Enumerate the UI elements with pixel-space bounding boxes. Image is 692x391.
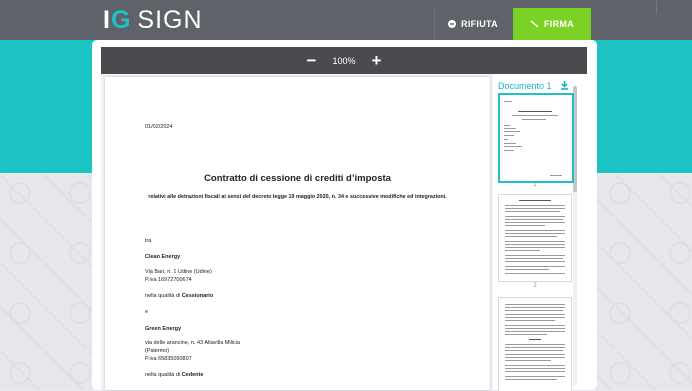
doc-title: Contratto di cessione di crediti d’impos… xyxy=(204,173,391,184)
reject-button[interactable]: RIFIUTA xyxy=(434,8,511,40)
party1-name: Clean Energy xyxy=(145,254,181,260)
divider-line xyxy=(656,0,657,14)
party2-name: Green Energy xyxy=(145,326,182,332)
page-thumbnail-1[interactable] xyxy=(498,93,574,183)
zoom-in-button[interactable]: + xyxy=(372,52,382,69)
reject-label: RIFIUTA xyxy=(461,19,498,29)
pen-icon xyxy=(530,19,539,28)
zoom-level: 100% xyxy=(332,55,356,66)
party1-role: nella qualità di Cessionario xyxy=(145,293,214,299)
reject-icon xyxy=(448,20,457,28)
doc-tra: tra xyxy=(145,238,152,244)
document-label: Documento 1 xyxy=(498,81,552,91)
sign-button[interactable]: FIRMA xyxy=(513,8,591,40)
ig-sign-logo: IG SIGN xyxy=(103,6,203,34)
sign-label: FIRMA xyxy=(544,19,574,29)
zoom-toolbar: − 100% + xyxy=(101,47,587,74)
party2-city: (Palermo) xyxy=(145,348,170,354)
party2-address: via delle arancine, n. 43 Altavilla Mili… xyxy=(145,340,241,346)
document-page: 01/02/2024 Contratto di cessione di cred… xyxy=(105,77,490,390)
party1-vat: P.iva 16972700674 xyxy=(145,277,192,283)
doc-e: e xyxy=(145,309,149,315)
thumbnail-number-1: 1 xyxy=(533,182,537,188)
zoom-out-button[interactable]: − xyxy=(307,52,317,69)
logo-sign: SIGN xyxy=(137,5,203,34)
doc-date: 01/02/2024 xyxy=(145,124,173,130)
thumbnail-number-2: 2 xyxy=(533,283,537,289)
page-thumbnail-3[interactable] xyxy=(498,297,572,391)
download-icon[interactable] xyxy=(560,81,569,90)
party1-address: Via Bari, n. 1 Udine (Udine) xyxy=(145,269,212,275)
logo-ig: IG xyxy=(103,5,132,34)
party2-role: nella qualità di Cedente xyxy=(145,372,204,378)
party2-vat: P.iva 65835090807 xyxy=(145,356,192,362)
doc-subtitle: relativi alle detrazioni fiscali ai sens… xyxy=(148,194,447,200)
page-thumbnail-2[interactable] xyxy=(498,194,572,282)
